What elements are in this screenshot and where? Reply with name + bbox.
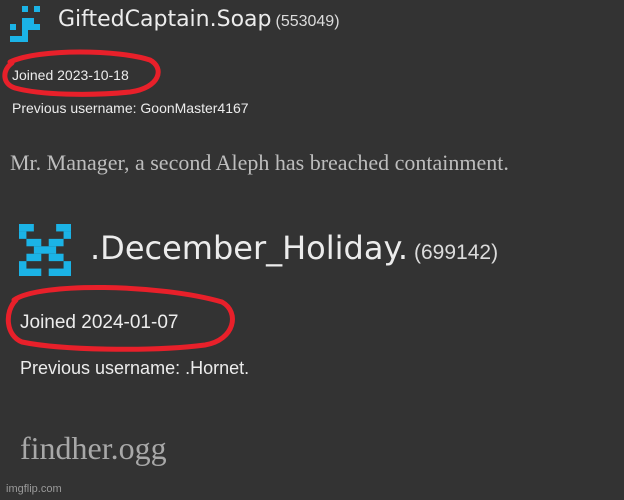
user2-joined-date: Joined 2024-01-07 [20, 312, 179, 333]
caption-top: Mr. Manager, a second Aleph has breached… [10, 150, 509, 175]
imgflip-watermark: imgflip.com [6, 483, 62, 495]
user1-id: (553049) [275, 13, 340, 30]
user1-display-name[interactable]: GiftedCaptain.Soap [58, 7, 271, 32]
user2-header: .December_Holiday. (699142) [90, 229, 498, 267]
caption-bottom: findher.ogg [20, 430, 167, 466]
user2-previous-username: Previous username: .Hornet. [20, 358, 250, 378]
user1-header: GiftedCaptain.Soap (553049) [58, 7, 340, 32]
user1-previous-username: Previous username: GoonMaster4167 [12, 100, 249, 116]
user1-joined-date: Joined 2023-10-18 [12, 67, 129, 83]
pixel-avatar-icon [10, 6, 40, 42]
pixel-avatar-icon [19, 224, 71, 276]
user2-display-name[interactable]: .December_Holiday. [90, 229, 408, 267]
user2-id: (699142) [414, 241, 499, 264]
